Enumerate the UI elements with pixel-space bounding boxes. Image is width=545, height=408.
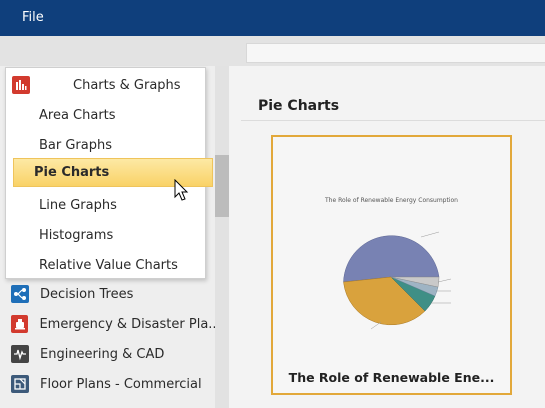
category-label: Emergency & Disaster Pla... <box>39 316 215 332</box>
waveform-icon <box>11 345 29 363</box>
pie-chart-thumbnail <box>343 231 452 330</box>
dropdown-header-charts-graphs[interactable]: Charts & Graphs <box>6 70 205 100</box>
section-divider <box>241 120 545 121</box>
file-menu[interactable]: File <box>14 8 52 27</box>
template-card[interactable]: The Role of Renewable Energy Consumption… <box>271 135 512 395</box>
section-title: Pie Charts <box>258 98 340 114</box>
dropdown-item-label: Area Charts <box>39 107 116 123</box>
decision-tree-icon <box>11 285 29 303</box>
dropdown-item-label: Relative Value Charts <box>39 257 178 273</box>
dropdown-header-label: Charts & Graphs <box>73 77 181 93</box>
scrollbar-track[interactable] <box>215 66 229 408</box>
title-bar: File <box>0 0 545 36</box>
category-item-emergency[interactable]: Emergency & Disaster Pla... <box>0 309 215 339</box>
scrollbar-thumb[interactable] <box>215 155 229 217</box>
emergency-icon <box>11 315 29 333</box>
mouse-cursor-icon <box>174 179 189 201</box>
dropdown-item-label: Bar Graphs <box>39 137 113 153</box>
dropdown-item-histograms[interactable]: Histograms <box>6 220 205 250</box>
dropdown-item-label: Histograms <box>39 227 114 243</box>
bar-chart-icon <box>12 76 30 94</box>
dropdown-item-relative-value-charts[interactable]: Relative Value Charts <box>6 250 205 280</box>
dropdown-item-area-charts[interactable]: Area Charts <box>6 100 205 130</box>
dropdown-item-bar-graphs[interactable]: Bar Graphs <box>6 130 205 160</box>
category-label: Floor Plans - Commercial <box>40 376 202 392</box>
template-caption: The Role of Renewable Ene... <box>288 370 495 385</box>
category-label: Engineering & CAD <box>40 346 165 362</box>
dropdown-item-label: Pie Charts <box>34 165 110 180</box>
category-item-floor-plans[interactable]: Floor Plans - Commercial <box>0 369 215 399</box>
category-item-engineering[interactable]: Engineering & CAD <box>0 339 215 369</box>
search-input[interactable] <box>246 43 545 63</box>
floor-plan-icon <box>11 375 29 393</box>
category-label: Decision Trees <box>40 286 134 302</box>
dropdown-item-label: Line Graphs <box>39 197 117 213</box>
category-item-decision-trees[interactable]: Decision Trees <box>0 279 215 309</box>
